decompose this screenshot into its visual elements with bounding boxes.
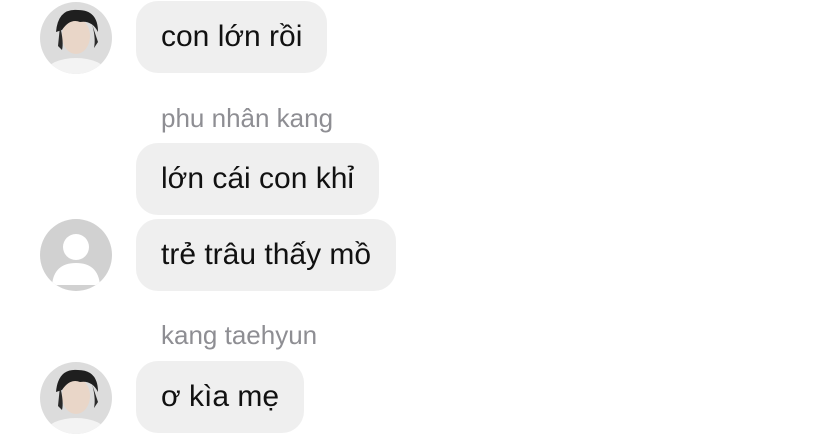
default-user-avatar[interactable] — [40, 219, 112, 291]
profile-photo-avatar[interactable] — [40, 362, 112, 434]
sender-name: kang taehyun — [161, 320, 318, 350]
profile-photo-avatar[interactable] — [40, 2, 112, 74]
person-photo-icon — [40, 2, 112, 74]
message-bubble[interactable]: lớn cái con khỉ — [136, 143, 380, 215]
sender-name: phu nhân kang — [161, 103, 334, 133]
message-bubble[interactable]: con lớn rồi — [136, 1, 328, 73]
message-bubble[interactable]: ơ kìa mẹ — [136, 361, 305, 433]
person-photo-icon — [40, 362, 112, 434]
message-bubble[interactable]: trẻ trâu thấy mồ — [136, 219, 397, 291]
user-silhouette-icon — [40, 219, 112, 291]
